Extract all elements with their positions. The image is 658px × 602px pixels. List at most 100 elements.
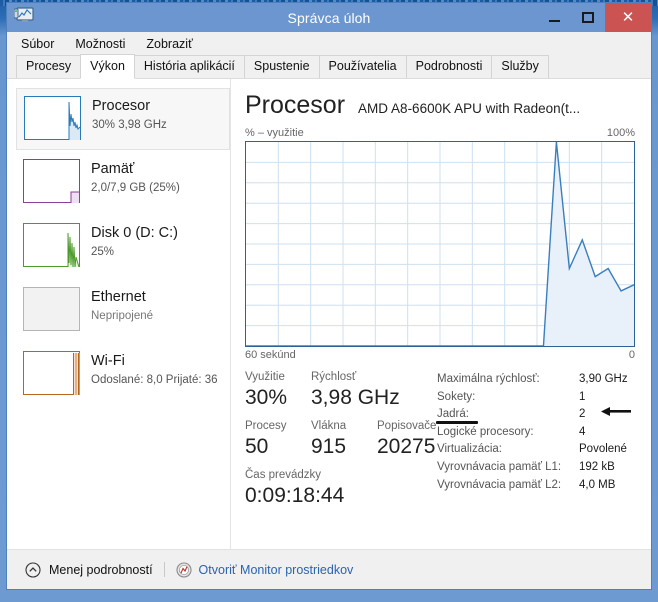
detail-header: Procesor AMD A8-6600K APU with Radeon(t.… <box>245 91 635 119</box>
sidebar-item-label: Pamäť <box>91 161 135 177</box>
task-manager-window: Správca úloh ✕ Súbor Možnosti Zobraziť P… <box>6 2 652 590</box>
open-resource-monitor-link[interactable]: Otvoriť Monitor prostriedkov <box>175 561 354 578</box>
graph-caption: % – využitie 100% <box>245 127 635 139</box>
sidebar-item-memory[interactable]: Pamäť 2,0/7,9 GB (25%) <box>16 152 230 214</box>
spec-row: Vyrovnávacia pamäť L2: 4,0 MB <box>437 477 635 495</box>
task-manager-icon <box>13 7 34 25</box>
stat-value: 0:09:18:44 <box>245 484 345 507</box>
chevron-up-circle-icon <box>25 561 41 578</box>
stat-value: 50 <box>245 435 269 458</box>
stat-label: Rýchlosť <box>311 371 357 383</box>
graph-y-max: 100% <box>606 127 635 139</box>
spec-key: Virtualizácia: <box>437 443 502 456</box>
sidebar-item-sub: Odoslané: 8,0 Prijaté: 36 <box>91 374 218 386</box>
primary-stats: Využitie 30% Rýchlosť 3,98 GHz Procesy 5… <box>245 370 437 509</box>
sidebar-item-sub: 30% 3,98 GHz <box>92 119 167 131</box>
sidebar-item-cpu[interactable]: Procesor 30% 3,98 GHz <box>16 88 230 150</box>
sidebar-item-sub: Nepripojené <box>91 310 154 322</box>
sidebar-item-label: Disk 0 (D: C:) <box>91 225 178 241</box>
statistics-area: Využitie 30% Rýchlosť 3,98 GHz Procesy 5… <box>245 370 635 509</box>
spec-key: Vyrovnávacia pamäť L2: <box>437 478 562 491</box>
stat-row-utilization-speed: Využitie 30% Rýchlosť 3,98 GHz <box>245 370 437 411</box>
cpu-thumbnail-graph <box>24 96 81 140</box>
stat-uptime: Čas prevádzky 0:09:18:44 <box>245 468 437 509</box>
spec-row: Logické procesory: 4 <box>437 424 635 442</box>
footer-divider <box>163 562 165 577</box>
resource-sidebar: Procesor 30% 3,98 GHz Pamäť 2,0/7,9 GB (… <box>7 79 231 549</box>
menu-item-view[interactable]: Zobraziť <box>144 35 194 53</box>
cpu-utilization-graph[interactable] <box>245 141 635 347</box>
spec-value: 1 <box>579 390 586 403</box>
stat-utilization: Využitie 30% <box>245 370 311 411</box>
graph-x-label: 60 sekúnd <box>245 349 296 361</box>
spec-key: Jadrá: <box>436 406 579 424</box>
spec-value: Povolené <box>579 443 627 456</box>
fewer-details-label: Menej podrobností <box>49 562 153 577</box>
open-resource-monitor-label: Otvoriť Monitor prostriedkov <box>198 562 354 577</box>
tab-startup[interactable]: Spustenie <box>243 55 320 79</box>
spec-key: Logické procesory: <box>437 425 534 438</box>
tab-app-history[interactable]: História aplikácií <box>133 55 245 79</box>
sidebar-item-wifi[interactable]: Wi-Fi Odoslané: 8,0 Prijaté: 36 <box>16 344 230 406</box>
page-title: Procesor <box>245 91 346 119</box>
graph-x-end: 0 <box>628 349 635 361</box>
status-bar: Menej podrobností Otvoriť Monitor prostr… <box>7 549 651 589</box>
tab-performance[interactable]: Výkon <box>80 54 135 79</box>
fewer-details-button[interactable]: Menej podrobností <box>25 561 153 578</box>
sidebar-item-sub: 2,0/7,9 GB (25%) <box>91 182 180 194</box>
tab-users[interactable]: Používatelia <box>318 55 407 79</box>
stat-speed: Rýchlosť 3,98 GHz <box>311 370 400 411</box>
sidebar-item-disk[interactable]: Disk 0 (D: C:) 25% <box>16 216 230 278</box>
stat-label: Procesy <box>245 420 287 432</box>
title-bar: Správca úloh ✕ <box>7 3 651 32</box>
spec-value: 192 kB <box>579 460 615 473</box>
memory-thumbnail-graph <box>23 159 80 203</box>
graph-footer: 60 sekúnd 0 <box>245 349 635 361</box>
wifi-thumbnail-graph <box>23 351 80 395</box>
stat-row-processes: Procesy 50 Vlákna 915 Popisovače 20275 <box>245 419 437 460</box>
spec-row: Maximálna rýchlosť: 3,90 GHz <box>437 371 635 389</box>
spec-key: Vyrovnávacia pamäť L1: <box>437 460 562 473</box>
sidebar-item-ethernet[interactable]: Ethernet Nepripojené <box>16 280 230 342</box>
cpu-model-name: AMD A8-6600K APU with Radeon(t... <box>358 101 581 116</box>
sidebar-item-label: Wi-Fi <box>91 353 125 369</box>
stat-value: 3,98 GHz <box>311 386 400 409</box>
tab-processes[interactable]: Procesy <box>16 55 82 79</box>
tab-services[interactable]: Služby <box>491 55 549 79</box>
stat-processes: Procesy 50 <box>245 419 311 460</box>
minimize-button[interactable] <box>537 3 571 32</box>
window-controls: ✕ <box>537 3 651 32</box>
tab-strip: Procesy Výkon História aplikácií Spusten… <box>7 54 651 79</box>
maximize-icon <box>582 12 594 23</box>
spec-value: 4,0 MB <box>579 478 616 491</box>
spec-key: Maximálna rýchlosť: <box>437 373 540 385</box>
sidebar-item-label: Procesor <box>92 98 151 114</box>
disk-thumbnail-graph <box>23 223 80 267</box>
stat-label: Čas prevádzky <box>245 469 322 481</box>
content-area: Procesor 30% 3,98 GHz Pamäť 2,0/7,9 GB (… <box>7 79 651 549</box>
stat-value: 30% <box>245 386 288 409</box>
spec-row: Virtualizácia: Povolené <box>437 441 635 459</box>
menu-item-options[interactable]: Možnosti <box>73 35 127 53</box>
cpu-chart-svg <box>246 142 634 346</box>
menu-item-file[interactable]: Súbor <box>19 35 56 53</box>
stat-threads: Vlákna 915 <box>311 419 377 460</box>
cpu-specs-list: Maximálna rýchlosť: 3,90 GHz Sokety: 1 J… <box>436 370 635 509</box>
sidebar-item-sub: 25% <box>91 246 115 258</box>
graph-y-label: % – využitie <box>245 127 304 139</box>
spec-row-cores: Jadrá: 2 <box>436 406 635 424</box>
menu-bar: Súbor Možnosti Zobraziť <box>7 32 651 55</box>
close-icon: ✕ <box>621 9 635 26</box>
stat-label: Vlákna <box>311 420 347 432</box>
spec-value: 3,90 GHz <box>579 373 628 385</box>
ethernet-thumbnail-graph <box>23 287 80 331</box>
performance-detail-pane: Procesor AMD A8-6600K APU with Radeon(t.… <box>231 79 651 549</box>
maximize-button[interactable] <box>571 3 605 32</box>
stat-label: Využitie <box>245 371 285 383</box>
stat-value: 915 <box>311 435 347 458</box>
close-button[interactable]: ✕ <box>605 3 651 32</box>
tab-details[interactable]: Podrobnosti <box>405 55 493 79</box>
sidebar-item-label: Ethernet <box>91 289 146 305</box>
spec-row: Sokety: 1 <box>437 389 635 407</box>
spec-value: 4 <box>579 425 586 438</box>
